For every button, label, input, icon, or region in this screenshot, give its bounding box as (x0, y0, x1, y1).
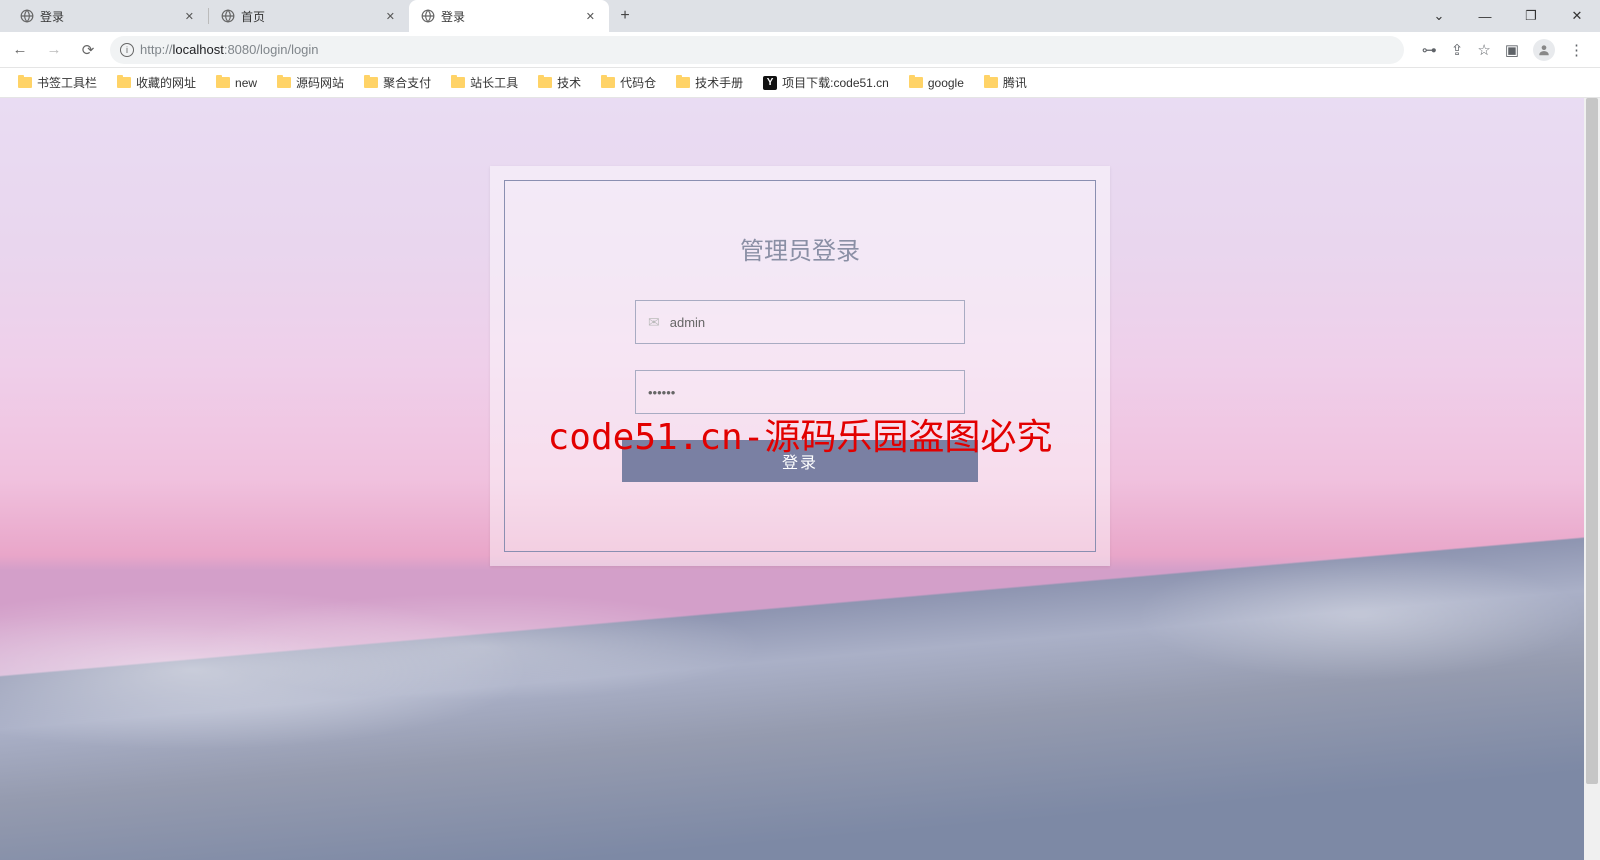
tab-title: 首页 (241, 8, 378, 25)
site-info-icon[interactable]: i (120, 43, 134, 57)
new-tab-button[interactable]: + (609, 0, 641, 32)
folder-icon (909, 77, 923, 88)
login-title: 管理员登录 (545, 231, 1055, 266)
username-input[interactable] (670, 315, 952, 330)
folder-icon (216, 77, 230, 88)
toolbar-icons: ⊶ ⇪ ☆ ▣ ⋮ (1414, 39, 1592, 61)
forward-button[interactable]: → (42, 41, 66, 58)
folder-icon (676, 77, 690, 88)
bookmark-item[interactable]: 源码网站 (269, 70, 352, 95)
folder-icon (117, 77, 131, 88)
close-window-button[interactable]: ✕ (1554, 0, 1600, 32)
bookmark-item[interactable]: 技术 (530, 70, 589, 95)
url-text: http://localhost:8080/login/login (140, 42, 319, 57)
address-bar: ← → ⟳ i http://localhost:8080/login/logi… (0, 32, 1600, 68)
back-button[interactable]: ← (8, 41, 32, 58)
minimize-button[interactable]: — (1462, 0, 1508, 32)
chevron-down-icon[interactable]: ⌄ (1416, 0, 1462, 32)
bookmark-item[interactable]: 代码仓 (593, 70, 664, 95)
close-icon[interactable]: ✕ (584, 10, 597, 23)
bookmark-item[interactable]: 聚合支付 (356, 70, 439, 95)
folder-icon (601, 77, 615, 88)
scrollbar-thumb[interactable] (1586, 98, 1598, 784)
side-panel-icon[interactable]: ▣ (1505, 41, 1519, 59)
globe-icon (20, 9, 34, 23)
folder-icon (18, 77, 32, 88)
share-icon[interactable]: ⇪ (1451, 41, 1464, 59)
close-icon[interactable]: ✕ (384, 10, 397, 23)
folder-icon (451, 77, 465, 88)
tab-title: 登录 (441, 8, 578, 25)
browser-tab-2-active[interactable]: 登录 ✕ (409, 0, 609, 32)
globe-icon (221, 9, 235, 23)
bookmark-item[interactable]: new (208, 72, 265, 94)
password-input[interactable] (648, 385, 952, 400)
page-viewport: 管理员登录 ✉ 登录 code51.cn-源码乐园盗图必究 (0, 98, 1600, 860)
browser-tab-strip: 登录 ✕ 首页 ✕ 登录 ✕ + ⌄ — ❐ ✕ (0, 0, 1600, 32)
bookmark-item[interactable]: 技术手册 (668, 70, 751, 95)
maximize-button[interactable]: ❐ (1508, 0, 1554, 32)
bookmarks-bar: 书签工具栏 收藏的网址 new 源码网站 聚合支付 站长工具 技术 代码仓 技术… (0, 68, 1600, 98)
profile-avatar[interactable] (1533, 39, 1555, 61)
bookmark-item[interactable]: 腾讯 (976, 70, 1035, 95)
window-controls: ⌄ — ❐ ✕ (1416, 0, 1600, 32)
envelope-icon: ✉ (648, 314, 660, 331)
bookmark-item[interactable]: 站长工具 (443, 70, 526, 95)
key-icon[interactable]: ⊶ (1422, 41, 1437, 59)
login-panel: 管理员登录 ✉ 登录 (490, 166, 1110, 566)
folder-icon (984, 77, 998, 88)
bookmark-item[interactable]: 收藏的网址 (109, 70, 204, 95)
bookmark-item[interactable]: 书签工具栏 (10, 70, 105, 95)
browser-tab-0[interactable]: 登录 ✕ (8, 0, 208, 32)
kebab-menu-icon[interactable]: ⋮ (1569, 41, 1584, 59)
password-field-wrapper (635, 370, 965, 414)
folder-icon (277, 77, 291, 88)
folder-icon (364, 77, 378, 88)
login-button[interactable]: 登录 (622, 440, 978, 482)
bookmark-item[interactable]: google (901, 72, 972, 94)
folder-icon (538, 77, 552, 88)
url-input[interactable]: i http://localhost:8080/login/login (110, 36, 1404, 64)
close-icon[interactable]: ✕ (183, 10, 196, 23)
reload-button[interactable]: ⟳ (76, 41, 100, 59)
username-field-wrapper: ✉ (635, 300, 965, 344)
vertical-scrollbar[interactable] (1584, 98, 1600, 860)
login-inner: 管理员登录 ✉ 登录 (504, 180, 1096, 552)
browser-tab-1[interactable]: 首页 ✕ (209, 0, 409, 32)
bookmark-star-icon[interactable]: ☆ (1477, 41, 1490, 59)
tab-title: 登录 (40, 8, 177, 25)
bookmark-item[interactable]: Y项目下载:code51.cn (755, 70, 897, 95)
globe-icon (421, 9, 435, 23)
site-y-icon: Y (763, 76, 777, 90)
